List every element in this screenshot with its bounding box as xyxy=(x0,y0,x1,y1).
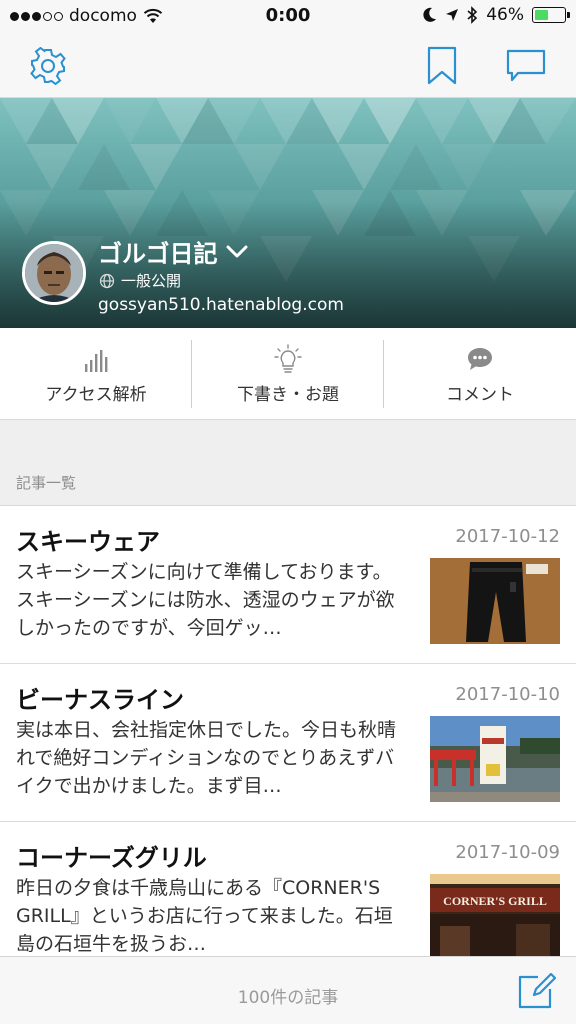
action-label: コメント xyxy=(446,385,514,405)
comments-button[interactable]: コメント xyxy=(384,328,576,420)
status-icons: 46% xyxy=(423,5,570,25)
battery-icon xyxy=(532,7,570,23)
visibility-row: 一般公開 xyxy=(99,270,181,291)
compose-icon xyxy=(518,972,557,1009)
article-excerpt: 昨日の夕食は千歳烏山にある『CORNER'S GRILL』というお店に行って来ま… xyxy=(16,877,393,955)
visibility-label: 一般公開 xyxy=(121,272,182,290)
article-excerpt: スキーシーズンに向けて準備しております。スキーシーズンには防水、透湿のウェアが欲… xyxy=(16,561,395,639)
article-list: スキーウェア 2017-10-12 スキーシーズンに向けて準備しております。スキ… xyxy=(0,506,576,980)
settings-button[interactable] xyxy=(26,44,70,88)
globe-icon xyxy=(99,273,115,288)
article-excerpt: 実は本日、会社指定休日でした。今日も秋晴れで絶好コンディションなのでとりあえずバ… xyxy=(16,719,397,797)
access-analysis-button[interactable]: アクセス解析 xyxy=(0,328,192,420)
lightbulb-icon xyxy=(274,344,302,373)
avatar-portrait xyxy=(25,244,83,302)
blog-title-row[interactable]: ゴルゴ日記 xyxy=(98,234,248,269)
blog-actions: アクセス解析 下書き・お題 コメント xyxy=(0,328,576,420)
bluetooth-icon xyxy=(467,6,478,24)
battery-level xyxy=(535,10,548,20)
battery-percent: 46% xyxy=(486,5,524,25)
drafts-topics-button[interactable]: 下書き・お題 xyxy=(192,328,384,420)
article-title: コーナーズグリル xyxy=(16,844,207,872)
action-label: 下書き・お題 xyxy=(237,385,339,405)
article-count: 100件の記事 xyxy=(237,988,339,1008)
article-thumbnail xyxy=(430,558,560,644)
thumbnail-ski-pants xyxy=(430,558,560,644)
bookmark-icon xyxy=(427,46,457,85)
thumbnail-sign-text: CORNER'S GRILL xyxy=(443,894,547,908)
compose-button[interactable] xyxy=(516,971,557,1011)
nav-bar xyxy=(0,34,576,98)
avatar[interactable] xyxy=(22,241,86,305)
gear-icon xyxy=(30,47,66,85)
section-title: 記事一覧 xyxy=(16,474,77,492)
article-date: 2017-10-09 xyxy=(455,842,560,863)
blog-header-banner: ゴルゴ日記 一般公開 gossyan510.hatenablog.com xyxy=(0,98,576,328)
article-title: ビーナスライン xyxy=(16,686,184,714)
location-arrow-icon xyxy=(446,9,459,21)
section-header: 記事一覧 xyxy=(0,420,576,506)
bottom-toolbar: 100件の記事 xyxy=(0,956,576,1024)
article-date: 2017-10-12 xyxy=(455,526,560,547)
chevron-down-icon[interactable] xyxy=(226,245,248,259)
comment-bubble-icon xyxy=(468,348,492,370)
article-title: スキーウェア xyxy=(16,528,160,556)
article-row[interactable]: スキーウェア 2017-10-12 スキーシーズンに向けて準備しております。スキ… xyxy=(0,506,576,664)
banner-shade xyxy=(0,98,576,328)
moon-icon xyxy=(423,7,437,22)
status-bar: docomo 0:00 46% xyxy=(0,0,576,34)
article-row[interactable]: ビーナスライン 2017-10-10 実は本日、会社指定休日でした。今日も秋晴れ… xyxy=(0,664,576,822)
article-thumbnail: CORNER'S GRILL xyxy=(430,874,560,960)
bookmark-button[interactable] xyxy=(420,44,464,88)
comment-button[interactable] xyxy=(504,44,548,88)
thumbnail-red-bridge xyxy=(430,716,560,802)
article-thumbnail xyxy=(430,716,560,802)
chat-bubble-icon xyxy=(506,49,546,82)
blog-title: ゴルゴ日記 xyxy=(98,240,218,268)
action-label: アクセス解析 xyxy=(45,385,147,405)
thumbnail-restaurant-sign: CORNER'S GRILL xyxy=(430,874,560,960)
blog-url[interactable]: gossyan510.hatenablog.com xyxy=(98,295,344,315)
bar-chart-icon xyxy=(85,350,108,372)
article-date: 2017-10-10 xyxy=(455,684,560,705)
